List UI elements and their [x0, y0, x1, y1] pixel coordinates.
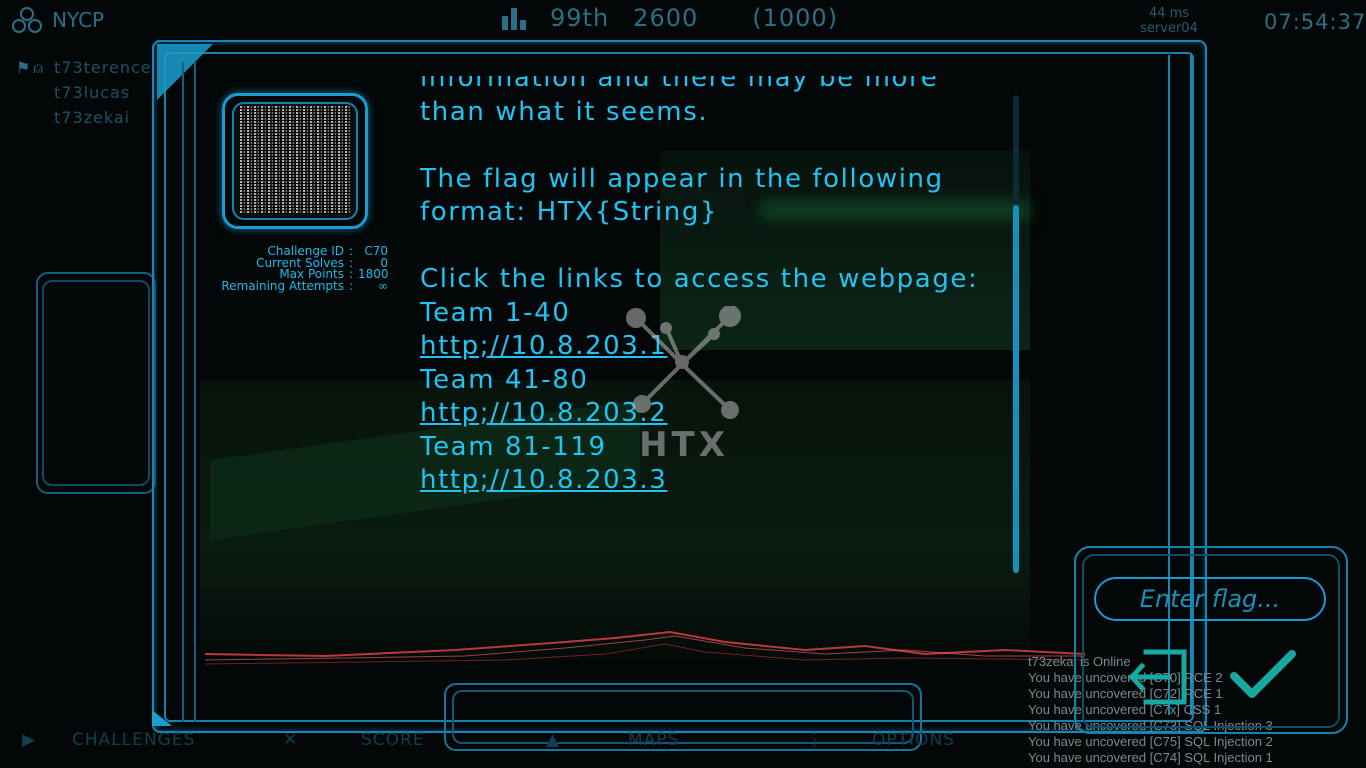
webpage-link-3[interactable]: http;//10.8.203.3 [420, 464, 1000, 498]
description-line: information and there may be more [420, 76, 939, 93]
submit-flag-button[interactable] [1228, 648, 1298, 704]
description-scrollbar-thumb[interactable] [1013, 205, 1019, 573]
exit-icon [1128, 649, 1187, 705]
crossed-swords-icon: ✕ [283, 730, 299, 750]
clock: 07:54:37 [1264, 10, 1366, 34]
options-icon: ⋮ [806, 730, 824, 750]
meta-row: Remaining Attempts: ∞ [221, 278, 388, 293]
nav-challenges[interactable]: CHALLENGES [72, 730, 195, 750]
challenge-meta: Challenge ID: C70 Current Solves:0 Max Po… [218, 245, 388, 293]
bottom-navigation: ▶ CHALLENGES ✕ SCORE ▲ MAPS ⋮ OPTIONS [0, 726, 1000, 756]
connection-info: 44 ms server04 [1134, 6, 1204, 36]
htx-logo-text: HTX [639, 425, 729, 465]
frame-left-rail [182, 62, 196, 722]
team-header: NYCP [12, 6, 104, 34]
log-line: You have uncovered [C75] SQL Injection 2 [1028, 734, 1273, 749]
description-line: format: HTX{String} [420, 197, 719, 227]
score-value: 2600 [633, 4, 699, 32]
leaderboard-icon [502, 6, 526, 30]
nav-score[interactable]: SCORE [361, 730, 425, 750]
member-name: t73lucas [54, 83, 131, 102]
nav-maps[interactable]: MAPS [628, 730, 679, 750]
member-name: t73terence [54, 58, 152, 77]
team-member: ⚑ ⍝ t73terence [16, 55, 152, 80]
team-name: NYCP [52, 8, 105, 32]
log-line: You have uncovered [C74] SQL Injection 1 [1028, 750, 1273, 765]
user-icon: ⍝ [33, 58, 44, 77]
score-pending: (1000) [752, 4, 839, 32]
challenge-thumbnail-image [240, 106, 352, 214]
htx-logo: HTX [626, 306, 741, 465]
flag-icon: ⚑ [16, 58, 32, 77]
ping-value: 44 ms [1148, 6, 1190, 21]
description-line: than what it seems. [420, 96, 709, 127]
exit-button[interactable] [1124, 644, 1190, 710]
member-name: t73zekai [54, 108, 131, 127]
nav-options[interactable]: OPTIONS [872, 730, 955, 750]
team-member: t73zekai [16, 105, 152, 130]
rank-value: 99th [550, 4, 610, 32]
checkmark-icon [1230, 650, 1296, 698]
description-line: The flag will appear in the following [420, 163, 944, 194]
server-name: server04 [1140, 21, 1198, 36]
rank-display: 99th 2600 (1000) [502, 4, 838, 32]
map-icon: ▲ [546, 730, 561, 750]
team-members-list: ⚑ ⍝ t73terence t73lucas t73zekai [16, 55, 152, 130]
play-icon: ▶ [22, 730, 37, 750]
side-panel-inner [42, 280, 150, 486]
team-member: t73lucas [16, 80, 152, 105]
flag-input[interactable] [1094, 577, 1326, 621]
energy-line-decoration [205, 630, 1085, 665]
description-line: Click the links to access the webpage: [420, 264, 979, 294]
team-icon [12, 7, 42, 33]
